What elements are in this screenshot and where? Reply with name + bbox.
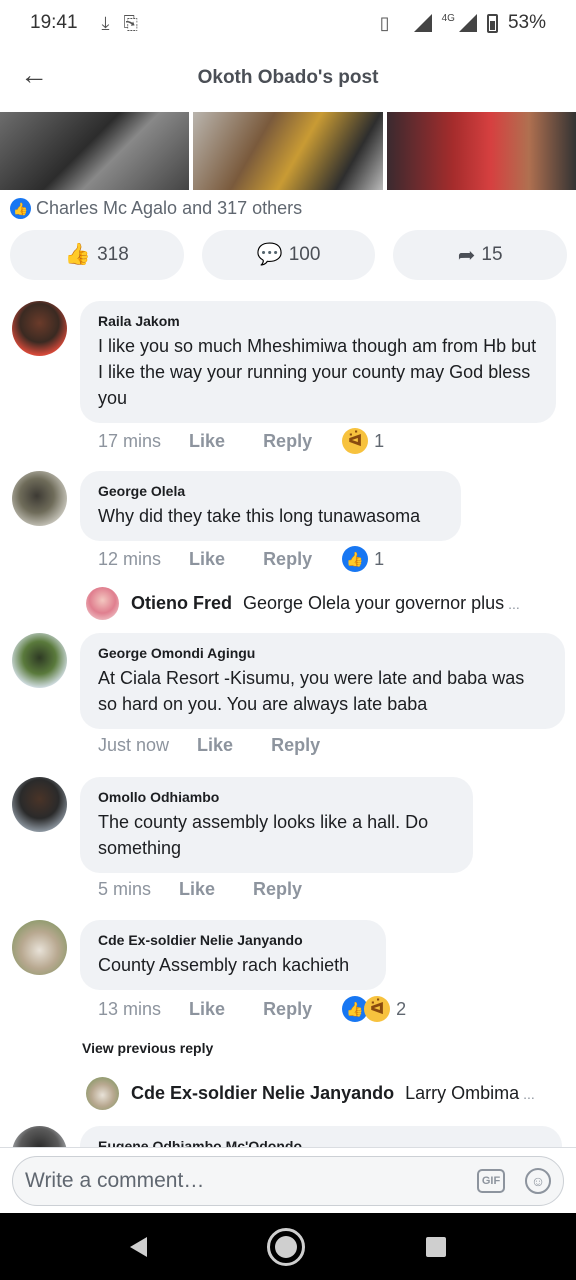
status-bar: 19:41 ⤓ ⎘ ▯ 4G 53% [0, 0, 576, 46]
like-link[interactable]: Like [189, 431, 225, 452]
comment-bubble[interactable]: George Omondi Agingu At Ciala Resort -Ki… [80, 633, 565, 729]
share-icon: ➦ [457, 243, 476, 267]
avatar[interactable] [12, 471, 67, 526]
like-reaction-icon: 👍 [342, 546, 369, 572]
comment-bubble[interactable]: George Olela Why did they take this long… [80, 471, 461, 541]
comment-author[interactable]: George Olela [98, 483, 443, 499]
reply-author[interactable]: Cde Ex-soldier Nelie Janyando [131, 1083, 394, 1104]
comment-author[interactable]: Omollo Odhiambo [98, 789, 455, 805]
post-photo-3[interactable] [386, 112, 576, 190]
thumbs-up-icon: 👍 [64, 243, 92, 266]
network-type: 4G [441, 12, 455, 24]
likes-summary[interactable]: 👍 Charles Mc Agalo and 317 others [10, 198, 302, 219]
comment-time: 12 mins [98, 548, 162, 569]
battery-level: 53% [507, 12, 546, 33]
reaction-summary[interactable]: ᐛ 1 [342, 428, 384, 454]
comment-meta: 13 mins Like Reply 👍 ᐛ 2 [98, 996, 406, 1022]
vibrate-icon: ▯ [379, 12, 390, 33]
reply-link[interactable]: Reply [263, 549, 312, 570]
reply-author[interactable]: Otieno Fred [131, 593, 232, 614]
status-time: 19:41 [30, 12, 78, 33]
reply-text: Larry Ombima [405, 1083, 520, 1103]
post-photos [0, 112, 576, 190]
comment-meta: 17 mins Like Reply ᐛ 1 [98, 428, 384, 454]
share-count-button[interactable]: ➦ 15 [393, 230, 568, 280]
comment-composer-bar: GIF ☺ [0, 1147, 576, 1211]
reaction-count: 1 [374, 548, 385, 569]
reaction-count: 2 [396, 998, 407, 1019]
download-icon: ⤓ [101, 12, 110, 33]
comment-count-button[interactable]: 💬 100 [201, 230, 376, 280]
comment-icon: 💬 [256, 243, 283, 266]
reply-preview[interactable]: Cde Ex-soldier Nelie Janyando Larry Ombi… [86, 1077, 535, 1110]
signal-icon-2 [458, 14, 477, 32]
reply-text: George Olela your governor plus [243, 593, 505, 613]
like-count-button[interactable]: 👍 318 [10, 230, 184, 280]
view-previous-reply-link[interactable]: View previous reply [82, 1040, 213, 1056]
system-nav-bar [0, 1213, 576, 1280]
like-count: 318 [97, 244, 129, 265]
reply-link[interactable]: Reply [271, 735, 320, 756]
avatar[interactable] [86, 1077, 119, 1110]
like-link[interactable]: Like [189, 999, 225, 1020]
comment-time: Just now [98, 735, 170, 755]
comment-input[interactable] [25, 1169, 477, 1193]
post-photo-2[interactable] [193, 112, 383, 190]
comment-composer: GIF ☺ [12, 1156, 564, 1206]
post-photo-1[interactable] [0, 112, 190, 190]
comment-text: I like you so much Mheshimiwa though am … [98, 336, 537, 408]
comment-author[interactable]: Raila Jakom [98, 313, 538, 329]
reply-link[interactable]: Reply [253, 879, 302, 900]
comment-time: 17 mins [98, 430, 162, 451]
haha-reaction-icon: ᐛ [364, 996, 391, 1022]
avatar[interactable] [12, 777, 67, 832]
nav-home-icon[interactable] [267, 1227, 306, 1266]
reply-link[interactable]: Reply [263, 431, 312, 452]
reaction-summary[interactable]: 👍 1 [342, 546, 384, 572]
emoji-icon[interactable]: ☺ [525, 1168, 551, 1194]
avatar[interactable] [12, 633, 67, 688]
battery-icon [486, 13, 498, 33]
avatar[interactable] [12, 301, 67, 356]
reply-ellipsis: ... [508, 595, 520, 612]
comment-text: The county assembly looks like a hall. D… [98, 812, 429, 858]
reply-link[interactable]: Reply [263, 999, 312, 1020]
like-link[interactable]: Like [197, 735, 233, 756]
comment-meta: 5 mins Like Reply [98, 879, 340, 900]
reply-preview[interactable]: Otieno Fred George Olela your governor p… [86, 587, 520, 620]
comment-bubble[interactable]: Omollo Odhiambo The county assembly look… [80, 777, 473, 873]
arrow-left-icon[interactable]: ← [20, 60, 50, 90]
avatar[interactable] [86, 587, 119, 620]
comment-text: Why did they take this long tunawasoma [98, 506, 421, 526]
page-title: Okoth Obado's post [197, 67, 379, 88]
comment-bubble[interactable]: Raila Jakom I like you so much Mheshimiw… [80, 301, 556, 423]
comment-time: 5 mins [98, 879, 152, 899]
signal-icon [413, 14, 432, 32]
post-header: ← Okoth Obado's post [0, 46, 576, 110]
reaction-summary[interactable]: 👍 ᐛ 2 [342, 996, 406, 1022]
comment-meta: Just now Like Reply [98, 735, 358, 756]
comment-bubble[interactable]: Cde Ex-soldier Nelie Janyando County Ass… [80, 920, 386, 990]
comment-time: 13 mins [98, 998, 162, 1019]
likes-summary-text: Charles Mc Agalo and 317 others [36, 198, 303, 218]
post-actions: 👍 318 💬 100 ➦ 15 [10, 230, 568, 280]
reply-ellipsis: ... [523, 1085, 535, 1102]
like-link[interactable]: Like [189, 549, 225, 570]
comment-author[interactable]: George Omondi Agingu [98, 645, 547, 661]
comment-meta: 12 mins Like Reply 👍 1 [98, 546, 384, 572]
like-reaction-icon: 👍 [10, 198, 31, 219]
usb-icon: ⎘ [123, 12, 138, 33]
haha-reaction-icon: ᐛ [342, 428, 369, 454]
like-link[interactable]: Like [179, 879, 215, 900]
nav-recents-icon[interactable] [425, 1236, 446, 1257]
share-count: 15 [481, 244, 503, 265]
comment-author[interactable]: Cde Ex-soldier Nelie Janyando [98, 932, 368, 948]
comment-text: County Assembly rach kachieth [98, 955, 350, 975]
avatar[interactable] [12, 920, 67, 975]
reaction-count: 1 [374, 430, 385, 451]
gif-button[interactable]: GIF [477, 1169, 505, 1193]
comment-count: 100 [288, 244, 321, 265]
comment-text: At Ciala Resort -Kisumu, you were late a… [98, 668, 525, 714]
nav-back-icon[interactable] [130, 1236, 148, 1257]
